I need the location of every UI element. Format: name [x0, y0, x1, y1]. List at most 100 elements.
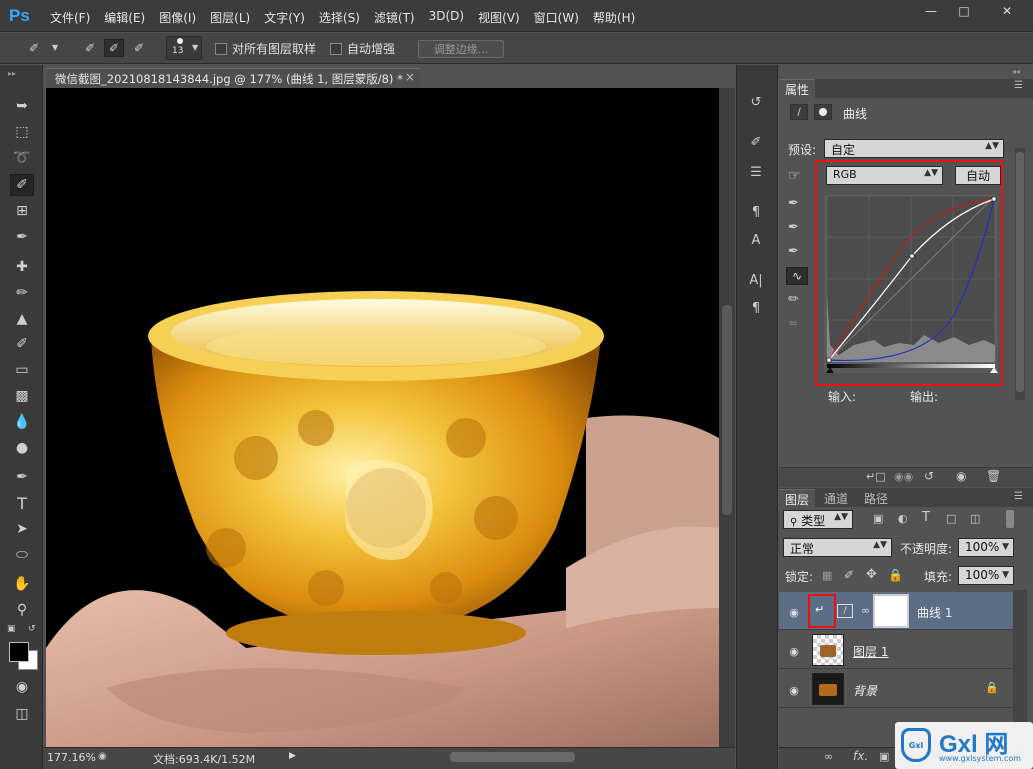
close-button[interactable]: ✕ [984, 2, 1030, 20]
sample-all-layers-checkbox[interactable] [215, 43, 227, 55]
crop-tool-icon[interactable]: ⊞ [10, 200, 34, 222]
delete-icon[interactable]: 🗑 [986, 469, 1001, 483]
lock-all-icon[interactable]: 🔒 [888, 568, 903, 582]
blur-tool-icon[interactable]: 💧 [10, 411, 34, 433]
white-point-eyedropper-icon[interactable]: ✒ [788, 244, 799, 259]
close-tab-icon[interactable]: × [405, 70, 415, 84]
tab-channels[interactable]: 通道 [818, 489, 854, 507]
history-panel-icon[interactable]: ↺ [745, 92, 767, 112]
screen-mode-icon[interactable]: ◫ [10, 703, 34, 725]
refine-edge-button[interactable]: 调整边缘... [418, 40, 504, 58]
marquee-tool-icon[interactable]: ⬚ [10, 121, 34, 143]
filter-smart-object-icon[interactable]: ◫ [970, 512, 980, 525]
type-tool-icon[interactable]: T [10, 492, 34, 514]
menu-view[interactable]: 视图(V) [478, 9, 520, 26]
blend-mode-dropdown[interactable]: 正常 ▲▼ [783, 538, 892, 557]
auto-enhance-checkbox[interactable] [330, 43, 342, 55]
menu-help[interactable]: 帮助(H) [593, 9, 635, 26]
quick-selection-tool-icon[interactable]: ✐ [10, 174, 34, 196]
menu-type[interactable]: 文字(Y) [264, 9, 305, 26]
clip-to-layer-icon[interactable]: ↵□ [866, 470, 886, 483]
layer-mask-thumbnail[interactable] [873, 594, 909, 628]
mask-icon[interactable] [814, 104, 832, 120]
ellipse-tool-icon[interactable]: ⬭ [10, 544, 34, 566]
filter-type-icon[interactable]: T [922, 510, 930, 525]
paragraph-styles-icon[interactable]: ¶ [745, 202, 767, 222]
brush-presets-icon[interactable]: ✐ [745, 132, 767, 152]
filter-toggle[interactable] [1006, 510, 1014, 528]
layer-thumbnail[interactable] [812, 634, 844, 666]
menu-filter[interactable]: 滤镜(T) [374, 9, 415, 26]
eye-icon[interactable]: ◉ [786, 604, 802, 620]
tab-layers[interactable]: 图层 [779, 489, 816, 507]
link-icon[interactable]: ∞ [861, 604, 870, 617]
panel-collapse-icon[interactable]: ◂◂ [1012, 67, 1020, 76]
quick-mask-icon[interactable]: ◉ [10, 676, 34, 698]
menu-layer[interactable]: 图层(L) [210, 9, 250, 26]
new-selection-icon[interactable]: ✐ [80, 39, 100, 57]
view-previous-state-icon[interactable]: ◉◉ [894, 470, 913, 483]
on-image-adjust-icon[interactable]: ☞ [788, 168, 801, 184]
healing-brush-tool-icon[interactable]: ✚ [10, 256, 34, 278]
lasso-tool-icon[interactable]: ➰ [10, 147, 34, 169]
lock-transparent-icon[interactable]: ▦ [822, 569, 832, 582]
eye-icon[interactable]: ◉ [786, 643, 802, 659]
layer-name[interactable]: 图层 1 [853, 643, 888, 660]
panel-menu-icon[interactable]: ☰ [1014, 80, 1023, 91]
filter-shape-icon[interactable]: □ [946, 512, 956, 525]
add-to-selection-icon[interactable]: ✐ [104, 39, 124, 57]
zoom-level[interactable]: 177.16% [47, 751, 96, 764]
zoom-tool-icon[interactable]: ⚲ [10, 599, 34, 621]
eyedropper-tool-icon[interactable]: ✒ [10, 226, 34, 248]
opacity-input[interactable]: 100% ▼ [958, 538, 1014, 557]
fill-input[interactable]: 100% ▼ [958, 566, 1014, 585]
filter-pixel-icon[interactable]: ▣ [873, 512, 883, 525]
foreground-color-swatch[interactable] [9, 642, 29, 662]
brush-tool-icon[interactable]: ✏ [10, 282, 34, 304]
quick-select-tool-preset-icon[interactable]: ✐ [24, 39, 44, 57]
menu-image[interactable]: 图像(I) [159, 9, 196, 26]
maximize-button[interactable]: □ [948, 2, 980, 20]
tool-presets-icon[interactable]: ☰ [745, 162, 767, 182]
document-canvas[interactable] [46, 88, 719, 747]
default-colors-icon[interactable]: ▣ [7, 624, 16, 634]
history-brush-tool-icon[interactable]: ✐ [10, 333, 34, 355]
fx-icon[interactable]: fx. [853, 749, 868, 763]
vertical-scroll-thumb[interactable] [722, 305, 732, 515]
character-styles-icon[interactable]: A [745, 230, 767, 250]
smooth-curve-icon[interactable]: ≈ [788, 316, 798, 330]
horizontal-scroll-thumb[interactable] [450, 752, 575, 762]
subtract-selection-icon[interactable]: ✐ [129, 39, 149, 57]
black-point-eyedropper-icon[interactable]: ✒ [788, 196, 799, 211]
pen-tool-icon[interactable]: ✒ [10, 466, 34, 488]
minimize-button[interactable]: — [915, 2, 947, 20]
layer-name[interactable]: 曲线 1 [917, 604, 952, 621]
filter-adjustment-icon[interactable]: ◐ [898, 512, 908, 525]
collapse-icon[interactable]: ▸▸ [8, 69, 16, 78]
eye-icon[interactable]: ◉ [786, 682, 802, 698]
menu-file[interactable]: 文件(F) [50, 9, 90, 26]
preset-dropdown-icon[interactable]: ▼ [52, 43, 58, 52]
preset-dropdown[interactable]: 自定 ▲▼ [824, 139, 1004, 158]
swap-colors-icon[interactable]: ↺ [28, 624, 36, 634]
status-arrow-icon[interactable]: ▶ [289, 751, 296, 761]
dodge-tool-icon[interactable]: ● [10, 437, 34, 459]
draw-curve-icon[interactable]: ✏ [788, 292, 799, 307]
lock-image-icon[interactable]: ✐ [844, 568, 854, 582]
eraser-tool-icon[interactable]: ▭ [10, 359, 34, 381]
paragraph-panel-icon[interactable]: ¶ [745, 298, 767, 318]
visibility-icon[interactable]: ◉ [956, 469, 966, 483]
character-panel-icon[interactable]: A| [745, 270, 767, 290]
layer-name[interactable]: 背景 [853, 682, 877, 699]
clone-stamp-tool-icon[interactable]: ▲ [10, 308, 34, 330]
status-menu-icon[interactable]: ◉ [98, 751, 107, 762]
add-mask-icon[interactable]: ▣ [879, 750, 889, 763]
menu-window[interactable]: 窗口(W) [534, 9, 579, 26]
link-layers-icon[interactable]: ∞ [824, 750, 833, 763]
gradient-tool-icon[interactable]: ▩ [10, 385, 34, 407]
tab-paths[interactable]: 路径 [858, 489, 894, 507]
edit-points-icon[interactable]: ∿ [786, 267, 808, 285]
path-selection-tool-icon[interactable]: ➤ [10, 518, 34, 540]
menu-select[interactable]: 选择(S) [319, 9, 360, 26]
menu-3d[interactable]: 3D(D) [429, 9, 464, 26]
